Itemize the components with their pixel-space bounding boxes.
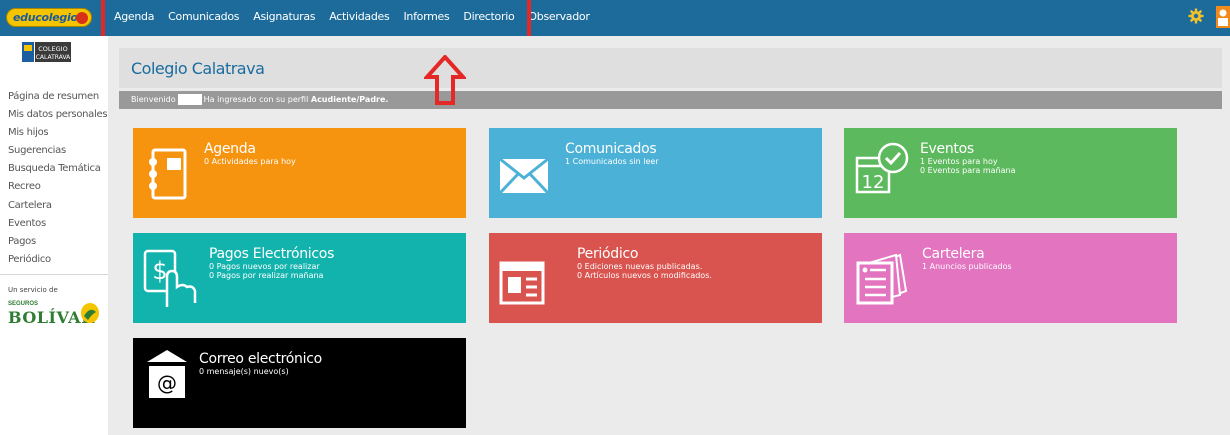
welcome-profile: Acudiente/Padre. <box>310 95 389 104</box>
svg-text:$: $ <box>152 257 167 285</box>
notebook-icon <box>149 148 187 200</box>
logo-dot-icon <box>76 12 88 24</box>
redacted-username <box>177 94 202 105</box>
tile-cartelera-line: 1 Anuncios publicados <box>922 262 1012 271</box>
tile-periodico-line: 0 Ediciones nuevas publicadas. <box>577 262 703 271</box>
tile-comunicados-line: 1 Comunicados sin leer <box>565 157 659 166</box>
tile-cartelera[interactable]: Cartelera 1 Anuncios publicados <box>844 233 1177 323</box>
tile-pagos[interactable]: $ Pagos Electrónicos 0 Pagos nuevos por … <box>133 233 466 323</box>
sponsor-top-text: SEGUROS <box>8 301 39 307</box>
welcome-bar: Bienvenido Ha ingresado con su perfil Acu… <box>119 91 1222 109</box>
svg-text:CALATRAVA: CALATRAVA <box>36 54 71 61</box>
sponsor-logo[interactable]: SEGUROS BOLÍVAR <box>8 301 100 329</box>
user-icon[interactable] <box>1214 6 1230 28</box>
tile-correo[interactable]: @ Correo electrónico 0 mensaje(s) nuevo(… <box>133 338 466 428</box>
tile-eventos-title: Eventos <box>920 141 974 157</box>
tile-eventos[interactable]: 12 Eventos 1 Eventos para hoy 0 Eventos … <box>844 128 1177 218</box>
sponsor-bird-icon <box>81 303 99 323</box>
tile-periodico-line: 0 Artículos nuevos o modificados. <box>577 271 712 280</box>
up-arrow-icon <box>424 55 466 105</box>
tile-cartelera-title: Cartelera <box>922 246 985 262</box>
newspaper-icon <box>499 261 545 305</box>
sidebar-item-pagos[interactable]: Pagos <box>8 233 107 251</box>
tile-correo-subtitle: 0 mensaje(s) nuevo(s) <box>199 367 289 376</box>
svg-text:12: 12 <box>862 172 885 193</box>
main-content: Colegio Calatrava Bienvenido Ha ingresado… <box>108 36 1230 435</box>
bulletin-board-icon <box>856 253 908 305</box>
mail-at-icon: @ <box>147 350 187 398</box>
calendar-check-icon: 12 <box>855 142 909 194</box>
tile-correo-line: 0 mensaje(s) nuevo(s) <box>199 367 289 376</box>
tile-eventos-line: 1 Eventos para hoy <box>920 157 998 166</box>
tile-agenda-line: 0 Actividades para hoy <box>204 157 296 166</box>
app-logo[interactable]: educolegios <box>6 8 92 27</box>
tile-correo-title: Correo electrónico <box>199 351 322 367</box>
sidebar-divider <box>0 274 108 275</box>
tile-periodico-subtitle: 0 Ediciones nuevas publicadas. 0 Artícul… <box>577 262 712 280</box>
tile-periodico[interactable]: Periódico 0 Ediciones nuevas publicadas.… <box>489 233 822 323</box>
app-logo-text: educolegios <box>13 11 84 24</box>
sidebar-item-periodico[interactable]: Periódico <box>8 251 107 269</box>
school-logo: COLEGIO CALATRAVA <box>22 42 71 62</box>
envelope-icon <box>499 158 549 194</box>
tile-pagos-line: 0 Pagos por realizar mañana <box>209 271 324 280</box>
sidebar-item-busqueda[interactable]: Busqueda Temática <box>8 160 107 178</box>
sidebar: COLEGIO CALATRAVA Página de resumen Mis … <box>0 36 108 435</box>
sidebar-menu: Página de resumen Mis datos personales M… <box>8 88 108 269</box>
tile-pagos-subtitle: 0 Pagos nuevos por realizar 0 Pagos por … <box>209 262 323 280</box>
tile-eventos-line: 0 Eventos para mañana <box>920 166 1016 175</box>
tile-agenda-subtitle: 0 Actividades para hoy <box>204 157 296 166</box>
tile-agenda[interactable]: Agenda 0 Actividades para hoy <box>133 128 466 218</box>
nav-observador[interactable]: Observador <box>528 10 589 23</box>
payment-touch-icon: $ <box>143 249 197 307</box>
sidebar-item-resumen[interactable]: Página de resumen <box>8 88 107 106</box>
service-label: Un servicio de <box>8 286 58 294</box>
tile-eventos-subtitle: 1 Eventos para hoy 0 Eventos para mañana <box>920 157 1016 175</box>
tile-comunicados-subtitle: 1 Comunicados sin leer <box>565 157 659 166</box>
school-title: Colegio Calatrava <box>131 59 265 78</box>
school-header: Colegio Calatrava <box>119 48 1222 88</box>
sidebar-item-recreo[interactable]: Recreo <box>8 178 107 196</box>
tile-comunicados[interactable]: Comunicados 1 Comunicados sin leer <box>489 128 822 218</box>
tile-agenda-title: Agenda <box>204 141 256 157</box>
tile-cartelera-subtitle: 1 Anuncios publicados <box>922 262 1012 271</box>
svg-text:COLEGIO: COLEGIO <box>38 45 67 53</box>
tile-pagos-title: Pagos Electrónicos <box>209 246 335 262</box>
sidebar-item-eventos[interactable]: Eventos <box>8 215 107 233</box>
gear-icon[interactable] <box>1188 8 1204 24</box>
sidebar-item-sugerencias[interactable]: Sugerencias <box>8 142 107 160</box>
tile-pagos-line: 0 Pagos nuevos por realizar <box>209 262 320 271</box>
sidebar-item-cartelera[interactable]: Cartelera <box>8 197 107 215</box>
welcome-middle: Ha ingresado con su perfil <box>203 95 309 104</box>
svg-text:@: @ <box>157 371 177 395</box>
sidebar-item-datos-personales[interactable]: Mis datos personales <box>8 106 108 124</box>
tile-comunicados-title: Comunicados <box>565 141 657 157</box>
sidebar-item-mis-hijos[interactable]: Mis hijos <box>8 124 107 142</box>
tile-periodico-title: Periódico <box>577 246 639 262</box>
welcome-prefix: Bienvenido <box>131 95 176 104</box>
